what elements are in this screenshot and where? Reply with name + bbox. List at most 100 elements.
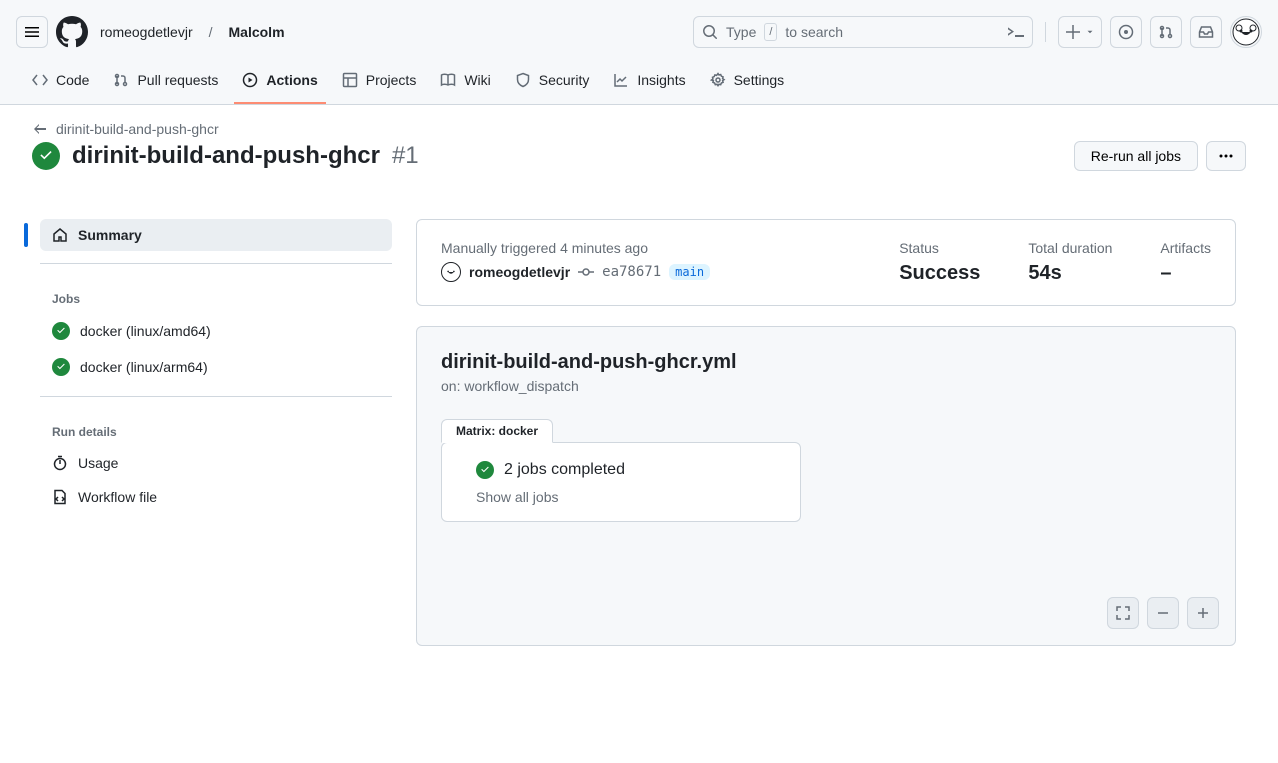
issue-icon <box>1118 24 1134 40</box>
fullscreen-button[interactable] <box>1107 597 1139 629</box>
artifacts-label: Artifacts <box>1160 240 1211 256</box>
workflow-file-name: dirinit-build-and-push-ghcr.yml <box>441 351 1211 374</box>
status-success-icon <box>32 142 60 170</box>
nav-code-label: Code <box>56 72 89 88</box>
search-placeholder-prefix: Type <box>726 24 756 40</box>
sidebar-run-details-heading: Run details <box>40 409 392 447</box>
play-icon <box>242 72 258 88</box>
pull-request-icon <box>1158 24 1174 40</box>
back-to-workflow[interactable]: dirinit-build-and-push-ghcr <box>32 121 1246 137</box>
sidebar-job-1[interactable]: docker (linux/arm64) <box>40 350 392 384</box>
artifacts-value: – <box>1160 262 1211 285</box>
hamburger-icon <box>24 24 40 40</box>
command-palette-icon[interactable] <box>1008 24 1024 40</box>
nav-pulls[interactable]: Pull requests <box>105 64 226 104</box>
triangle-down-icon <box>1085 27 1095 37</box>
commit-icon <box>578 264 594 280</box>
arrow-left-icon <box>32 121 48 137</box>
divider <box>40 396 392 397</box>
nav-wiki-label: Wiki <box>464 72 490 88</box>
nav-pulls-label: Pull requests <box>137 72 218 88</box>
zoom-in-button[interactable] <box>1187 597 1219 629</box>
duration-value: 54s <box>1028 262 1112 285</box>
plus-icon <box>1065 24 1081 40</box>
jobs-completed-label: 2 jobs completed <box>504 461 625 479</box>
zoom-out-button[interactable] <box>1147 597 1179 629</box>
notifications-button[interactable] <box>1190 16 1222 48</box>
status-value: Success <box>899 262 980 285</box>
table-icon <box>342 72 358 88</box>
nav-code[interactable]: Code <box>24 64 97 104</box>
run-title-number: #1 <box>392 142 419 170</box>
status-success-icon <box>52 358 70 376</box>
nav-security[interactable]: Security <box>507 64 598 104</box>
matrix-node[interactable]: Matrix: docker 2 jobs completed Show all… <box>441 442 801 522</box>
plus-icon <box>1195 605 1211 621</box>
sidebar-workflow-file[interactable]: Workflow file <box>40 481 392 513</box>
user-avatar[interactable] <box>1230 16 1262 48</box>
breadcrumb-owner[interactable]: romeogdetlevjr <box>96 24 197 40</box>
issues-button[interactable] <box>1110 16 1142 48</box>
status-success-icon <box>52 322 70 340</box>
avatar-icon <box>1232 18 1260 46</box>
code-icon <box>32 72 48 88</box>
nav-projects[interactable]: Projects <box>334 64 425 104</box>
sidebar-usage-label: Usage <box>78 455 118 471</box>
sidebar-job-label: docker (linux/arm64) <box>80 359 208 375</box>
gear-icon <box>710 72 726 88</box>
repo-nav: Code Pull requests Actions Projects Wiki… <box>16 64 1262 104</box>
commit-sha[interactable]: ea78671 <box>602 264 661 280</box>
actor-link[interactable]: romeogdetlevjr <box>469 264 570 280</box>
search-key-hint: / <box>764 23 777 41</box>
search-input[interactable]: Type / to search <box>693 16 1033 48</box>
nav-security-label: Security <box>539 72 590 88</box>
nav-settings-label: Settings <box>734 72 785 88</box>
trigger-info: Manually triggered 4 minutes ago <box>441 240 851 256</box>
book-icon <box>440 72 456 88</box>
nav-insights[interactable]: Insights <box>605 64 693 104</box>
sidebar-summary-label: Summary <box>78 227 142 243</box>
status-label: Status <box>899 240 980 256</box>
create-new-button[interactable] <box>1058 16 1102 48</box>
nav-wiki[interactable]: Wiki <box>432 64 498 104</box>
more-actions-button[interactable] <box>1206 141 1246 171</box>
sidebar-jobs-heading: Jobs <box>40 276 392 314</box>
sidebar: Summary Jobs docker (linux/amd64) docker… <box>32 219 392 646</box>
inbox-icon <box>1198 24 1214 40</box>
home-icon <box>52 227 68 243</box>
nav-projects-label: Projects <box>366 72 417 88</box>
minus-icon <box>1155 605 1171 621</box>
nav-insights-label: Insights <box>637 72 685 88</box>
divider <box>40 263 392 264</box>
sidebar-job-0[interactable]: docker (linux/amd64) <box>40 314 392 348</box>
nav-settings[interactable]: Settings <box>702 64 793 104</box>
shield-icon <box>515 72 531 88</box>
stopwatch-icon <box>52 455 68 471</box>
sidebar-workflow-file-label: Workflow file <box>78 489 157 505</box>
nav-actions-label: Actions <box>266 72 317 88</box>
header-divider <box>1045 22 1046 42</box>
github-icon <box>56 16 88 48</box>
show-all-jobs[interactable]: Show all jobs <box>476 489 559 505</box>
matrix-tab: Matrix: docker <box>441 419 553 443</box>
pull-requests-button[interactable] <box>1150 16 1182 48</box>
search-placeholder-suffix: to search <box>785 24 843 40</box>
rerun-all-jobs-button[interactable]: Re-run all jobs <box>1074 141 1198 171</box>
nav-actions[interactable]: Actions <box>234 64 325 104</box>
sidebar-job-label: docker (linux/amd64) <box>80 323 211 339</box>
run-title: dirinit-build-and-push-ghcr #1 <box>32 142 419 170</box>
sidebar-summary[interactable]: Summary <box>40 219 392 251</box>
hamburger-menu[interactable] <box>16 16 48 48</box>
workflow-graph: dirinit-build-and-push-ghcr.yml on: work… <box>416 326 1236 646</box>
back-link-label: dirinit-build-and-push-ghcr <box>56 121 219 137</box>
breadcrumb-repo[interactable]: Malcolm <box>225 24 289 40</box>
actor-avatar[interactable] <box>441 262 461 282</box>
breadcrumb-separator: / <box>205 24 217 40</box>
fullscreen-icon <box>1115 605 1131 621</box>
duration-label: Total duration <box>1028 240 1112 256</box>
sidebar-usage[interactable]: Usage <box>40 447 392 479</box>
github-logo[interactable] <box>56 16 88 48</box>
workflow-trigger: on: workflow_dispatch <box>441 378 1211 394</box>
status-success-icon <box>476 461 494 479</box>
branch-badge[interactable]: main <box>669 264 710 280</box>
